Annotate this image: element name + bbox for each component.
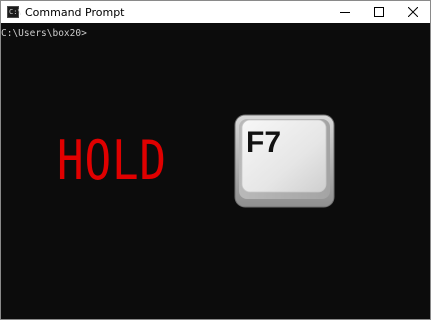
vertical-scrollbar[interactable] (427, 23, 430, 319)
minimize-icon (340, 12, 350, 13)
window-title: Command Prompt (25, 5, 125, 19)
command-prompt-icon: C:\ (7, 6, 22, 18)
minimize-button[interactable] (328, 1, 362, 23)
terminal-area[interactable]: C:\Users\box20> HOLD F7 (1, 23, 430, 319)
app-icon-glyph: C:\ (9, 8, 22, 16)
close-button[interactable] (396, 1, 430, 23)
command-prompt-window: C:\ Command Prompt C:\Users\box20> HOLD … (0, 0, 431, 320)
maximize-button[interactable] (362, 1, 396, 23)
command-prompt-line: C:\Users\box20> (1, 28, 87, 39)
close-icon (408, 7, 418, 17)
maximize-icon (374, 7, 384, 17)
key-label: F7 (246, 126, 281, 159)
hold-instruction: HOLD (57, 129, 167, 192)
window-controls (328, 1, 430, 23)
title-bar[interactable]: C:\ Command Prompt (1, 1, 430, 23)
f7-key-icon: F7 (234, 114, 335, 208)
